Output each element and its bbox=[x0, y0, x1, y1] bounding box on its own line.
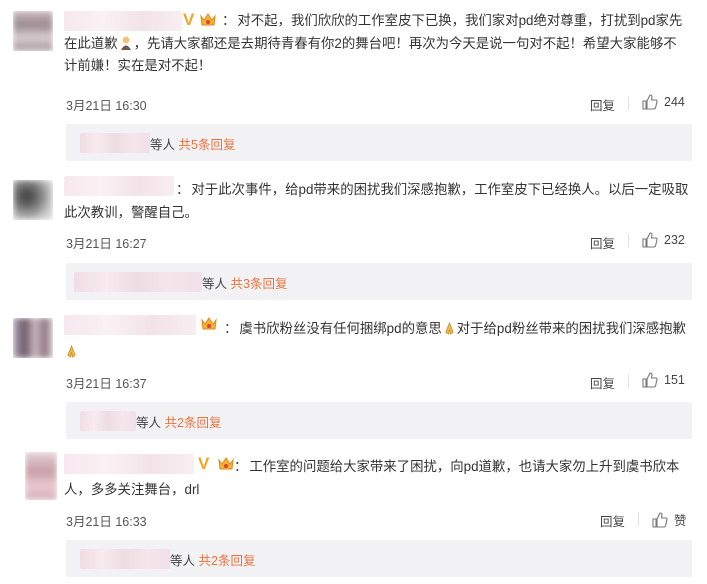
divider bbox=[628, 96, 629, 110]
avatar[interactable] bbox=[13, 180, 53, 220]
comment-text: ：对不起，我们欣欣的工作室皮下已换，我们家对pd绝对尊重，打扰到pd家先在此道歉… bbox=[64, 13, 683, 73]
thumbs-up-icon bbox=[642, 94, 658, 110]
comment-time: 3月21日 16:37 bbox=[66, 377, 147, 391]
like-button[interactable]: 赞 bbox=[652, 510, 687, 529]
pray-icon bbox=[67, 344, 76, 358]
comment-time: 3月21日 16:30 bbox=[66, 99, 147, 113]
sub-replies: 等人 共2条回复 bbox=[66, 402, 692, 439]
comment-time: 3月21日 16:33 bbox=[66, 515, 147, 529]
sub-reply-summary: 等人 共5条回复 bbox=[150, 138, 236, 152]
sub-reply-summary: 等人 共3条回复 bbox=[202, 277, 288, 291]
comment-text: ：对于此次事件，给pd带来的困扰我们深感抱歉，工作室皮下已经换人。以后一定吸取此… bbox=[64, 182, 689, 220]
thumbs-up-icon bbox=[642, 372, 658, 388]
avatar[interactable] bbox=[13, 318, 53, 358]
more-replies-link[interactable]: 共3条回复 bbox=[231, 277, 288, 291]
sub-reply-users[interactable] bbox=[80, 411, 136, 431]
sub-replies: 等人 共5条回复 bbox=[66, 124, 692, 161]
sub-reply-summary: 等人 共2条回复 bbox=[170, 554, 256, 568]
thumbs-up-icon bbox=[652, 511, 668, 528]
reply-button[interactable]: 回复 bbox=[590, 233, 615, 252]
sub-replies: 等人 共3条回复 bbox=[66, 263, 692, 300]
divider bbox=[628, 374, 629, 388]
reply-button[interactable]: 回复 bbox=[590, 373, 615, 392]
sub-reply-summary: 等人 共2条回复 bbox=[136, 416, 222, 430]
more-replies-link[interactable]: 共2条回复 bbox=[199, 554, 256, 568]
reply-button[interactable]: 回复 bbox=[600, 511, 625, 530]
more-replies-link[interactable]: 共2条回复 bbox=[165, 416, 222, 430]
pray-icon bbox=[445, 321, 454, 335]
sub-reply-users[interactable] bbox=[80, 133, 150, 153]
sub-reply-users[interactable] bbox=[74, 272, 202, 292]
comment-text: ：虞书欣粉丝没有任何捆绑pd的意思 对于给pd粉丝带来的困扰我们深感抱歉 bbox=[64, 318, 689, 363]
like-count: 232 bbox=[664, 233, 685, 247]
thumbs-up-icon bbox=[642, 232, 658, 248]
reply-button[interactable]: 回复 bbox=[590, 95, 615, 114]
divider bbox=[628, 234, 629, 248]
sub-replies: 等人 共2条回复 bbox=[66, 540, 692, 577]
like-count: 244 bbox=[664, 95, 685, 109]
bow-icon bbox=[120, 36, 131, 50]
avatar[interactable] bbox=[13, 11, 53, 51]
like-count: 赞 bbox=[674, 514, 687, 528]
sub-reply-users[interactable] bbox=[80, 549, 170, 569]
like-count: 151 bbox=[664, 373, 685, 387]
comment-text: ：工作室的问题给大家带来了困扰，向pd道歉，也请大家勿上升到虞书欣本人，多多关注… bbox=[64, 459, 680, 497]
avatar[interactable] bbox=[25, 452, 57, 500]
comment-time: 3月21日 16:27 bbox=[66, 237, 147, 251]
divider bbox=[638, 512, 639, 526]
like-button[interactable]: 151 bbox=[642, 372, 685, 388]
like-button[interactable]: 232 bbox=[642, 232, 685, 248]
like-button[interactable]: 244 bbox=[642, 94, 685, 110]
more-replies-link[interactable]: 共5条回复 bbox=[179, 138, 236, 152]
